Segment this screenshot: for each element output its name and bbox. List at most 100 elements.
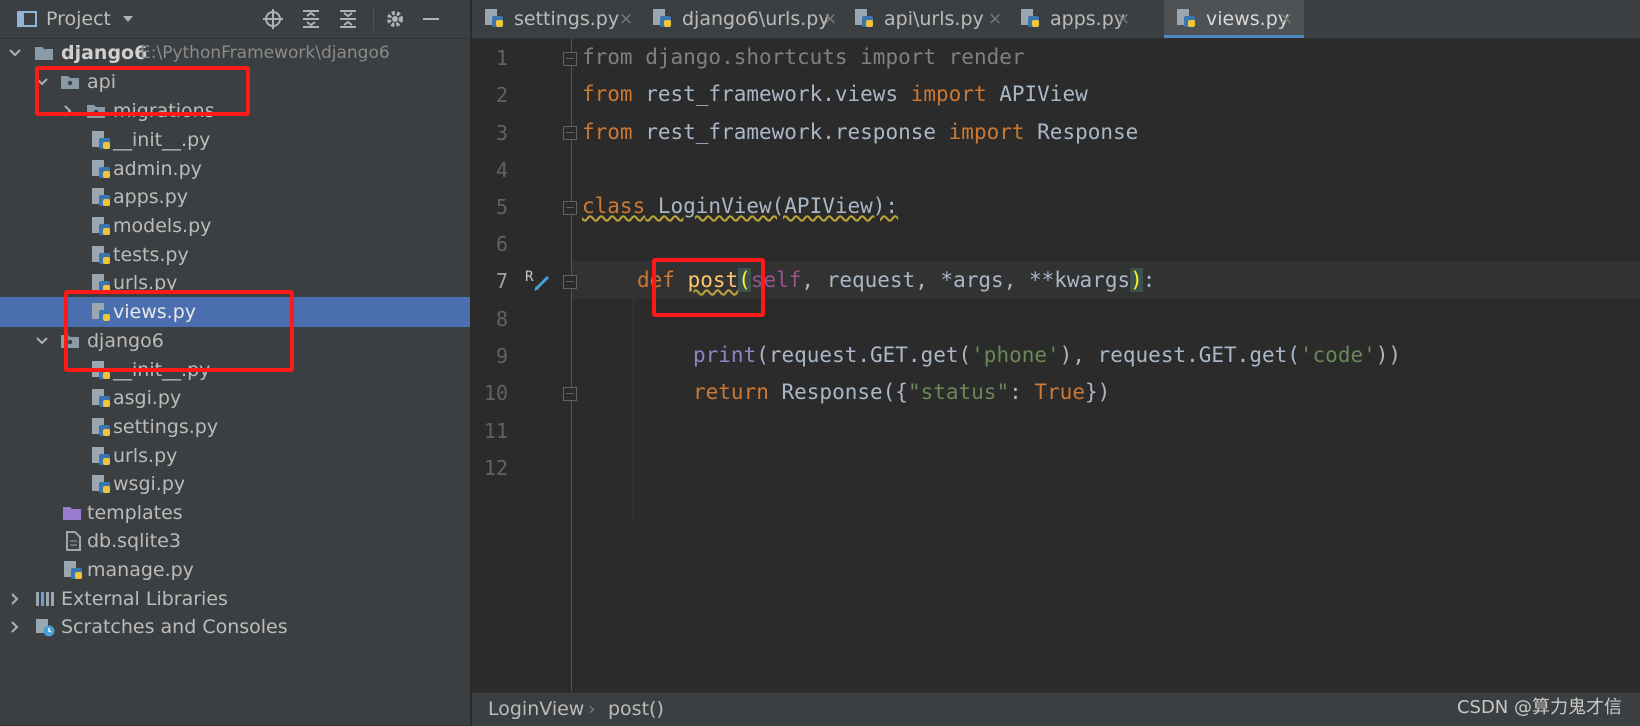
- breadcrumb-separator: ›: [588, 698, 596, 720]
- fold-marker-icon[interactable]: [563, 126, 577, 140]
- tab-api-urls-py[interactable]: api\urls.py ×: [842, 0, 1002, 38]
- project-path: E:\PythonFramework\django6: [140, 43, 390, 63]
- annotation-box-post: [652, 258, 765, 317]
- python-file-icon: [92, 389, 110, 407]
- breadcrumb-item-method[interactable]: post(): [608, 693, 664, 726]
- python-file-icon: [92, 447, 110, 465]
- tree-item-file[interactable]: manage.py: [0, 555, 470, 585]
- python-file-icon: [92, 475, 110, 493]
- tree-item-file[interactable]: admin.py: [0, 154, 470, 184]
- expand-all-icon[interactable]: [300, 8, 322, 30]
- project-panel-title[interactable]: Project: [46, 8, 111, 30]
- tree-item-scratches[interactable]: Scratches and Consoles: [0, 612, 470, 642]
- tab-label: django6\urls.py: [682, 8, 830, 30]
- chevron-right-icon[interactable]: [6, 612, 24, 642]
- annotation-box-views-django6: [64, 290, 294, 372]
- close-icon[interactable]: ×: [1279, 0, 1293, 38]
- watermark-text: CSDN @算力鬼才信: [1456, 697, 1622, 718]
- header-divider: [373, 8, 374, 30]
- line-number: 12: [483, 456, 508, 480]
- tree-item-label: wsgi.py: [113, 473, 186, 495]
- annotation-box-api: [35, 66, 250, 116]
- tab-django6-urls-py[interactable]: django6\urls.py ×: [640, 0, 840, 38]
- code-line-10: return Response({"status": True}): [693, 380, 1111, 404]
- fold-marker-icon[interactable]: [563, 387, 577, 401]
- tree-item-file[interactable]: settings.py: [0, 412, 470, 442]
- tree-item-file[interactable]: tests.py: [0, 240, 470, 270]
- chevron-down-icon[interactable]: [120, 12, 136, 26]
- breadcrumb-item-class[interactable]: LoginView: [488, 693, 584, 726]
- line-number: 1: [495, 46, 508, 70]
- tree-item-label: admin.py: [113, 158, 202, 180]
- tree-item-file[interactable]: __init__.py: [0, 125, 470, 155]
- chevron-down-icon[interactable]: [33, 326, 51, 356]
- python-file-icon: [92, 418, 110, 436]
- tree-item-label: tests.py: [113, 244, 189, 266]
- library-icon: [36, 592, 54, 606]
- code-line-5: class LoginView(APIView):: [582, 194, 899, 218]
- tab-label: views.py: [1206, 8, 1289, 30]
- python-file-icon: [855, 9, 873, 27]
- close-icon[interactable]: ×: [619, 0, 633, 38]
- line-number-current: 7: [495, 269, 508, 293]
- code-line-1: from django.shortcuts import render: [582, 45, 1025, 69]
- python-file-icon: [1021, 9, 1039, 27]
- line-number: 5: [495, 195, 508, 219]
- tree-item-file[interactable]: asgi.py: [0, 383, 470, 413]
- tree-item-django6-root[interactable]: django6 E:\PythonFramework\django6: [0, 38, 470, 68]
- fold-marker-icon[interactable]: [563, 201, 577, 215]
- tree-item-external-libraries[interactable]: External Libraries: [0, 584, 470, 614]
- tree-item-label: settings.py: [113, 416, 219, 438]
- svg-text:R: R: [525, 269, 534, 285]
- close-icon[interactable]: ×: [823, 0, 837, 38]
- code-line-9: print(request.GET.get('phone'), request.…: [693, 343, 1402, 367]
- tree-item-file[interactable]: apps.py: [0, 182, 470, 212]
- tree-item-file[interactable]: models.py: [0, 211, 470, 241]
- tree-item-label: db.sqlite3: [87, 530, 181, 552]
- folder-icon: [35, 47, 53, 60]
- code-editor[interactable]: 1 2 3 4 5 6 7 8 9 10 11 12 R from django…: [472, 39, 1640, 691]
- database-file-icon: [66, 531, 81, 551]
- chevron-down-icon[interactable]: [6, 38, 24, 68]
- tree-item-file[interactable]: db.sqlite3: [0, 526, 470, 556]
- close-icon[interactable]: ×: [1116, 0, 1130, 38]
- close-icon[interactable]: ×: [988, 0, 1002, 38]
- tree-item-label: Scratches and Consoles: [61, 616, 288, 638]
- fold-marker-icon[interactable]: [563, 275, 577, 289]
- collapse-all-icon[interactable]: [337, 8, 359, 30]
- tree-item-file[interactable]: wsgi.py: [0, 469, 470, 499]
- tab-settings-py[interactable]: settings.py ×: [472, 0, 633, 38]
- project-view-icon[interactable]: [16, 8, 38, 30]
- override-method-icon[interactable]: R: [524, 267, 554, 293]
- project-panel-header: Project: [0, 0, 470, 39]
- tree-item-file[interactable]: urls.py: [0, 441, 470, 471]
- line-number: 9: [495, 344, 508, 368]
- minimize-icon[interactable]: [420, 8, 442, 30]
- line-number: 6: [495, 232, 508, 256]
- tree-item-templates[interactable]: templates: [0, 498, 470, 528]
- tab-apps-py[interactable]: apps.py ×: [1008, 0, 1136, 38]
- fold-marker-icon[interactable]: [563, 52, 577, 66]
- scratches-icon: [36, 619, 55, 637]
- tree-item-label: urls.py: [113, 445, 178, 467]
- tree-item-label: manage.py: [87, 559, 194, 581]
- tree-item-label: templates: [87, 502, 183, 524]
- code-line-3: from rest_framework.response import Resp…: [582, 120, 1139, 144]
- tree-item-label: models.py: [113, 215, 212, 237]
- tree-item-label: django6: [61, 42, 148, 64]
- line-number: 2: [495, 83, 508, 107]
- tab-views-py-active[interactable]: views.py ×: [1164, 0, 1304, 38]
- tab-label: settings.py: [514, 8, 620, 30]
- line-number: 10: [483, 381, 508, 405]
- line-number: 4: [495, 158, 508, 182]
- python-file-icon: [64, 561, 82, 579]
- python-file-icon: [92, 217, 110, 235]
- python-file-icon: [92, 188, 110, 206]
- templates-folder-icon: [63, 507, 81, 520]
- chevron-right-icon[interactable]: [6, 584, 24, 614]
- locate-target-icon[interactable]: [262, 8, 284, 30]
- line-number: 8: [495, 307, 508, 331]
- tab-label: api\urls.py: [884, 8, 984, 30]
- tab-label: apps.py: [1050, 8, 1126, 30]
- gear-icon[interactable]: [384, 8, 406, 30]
